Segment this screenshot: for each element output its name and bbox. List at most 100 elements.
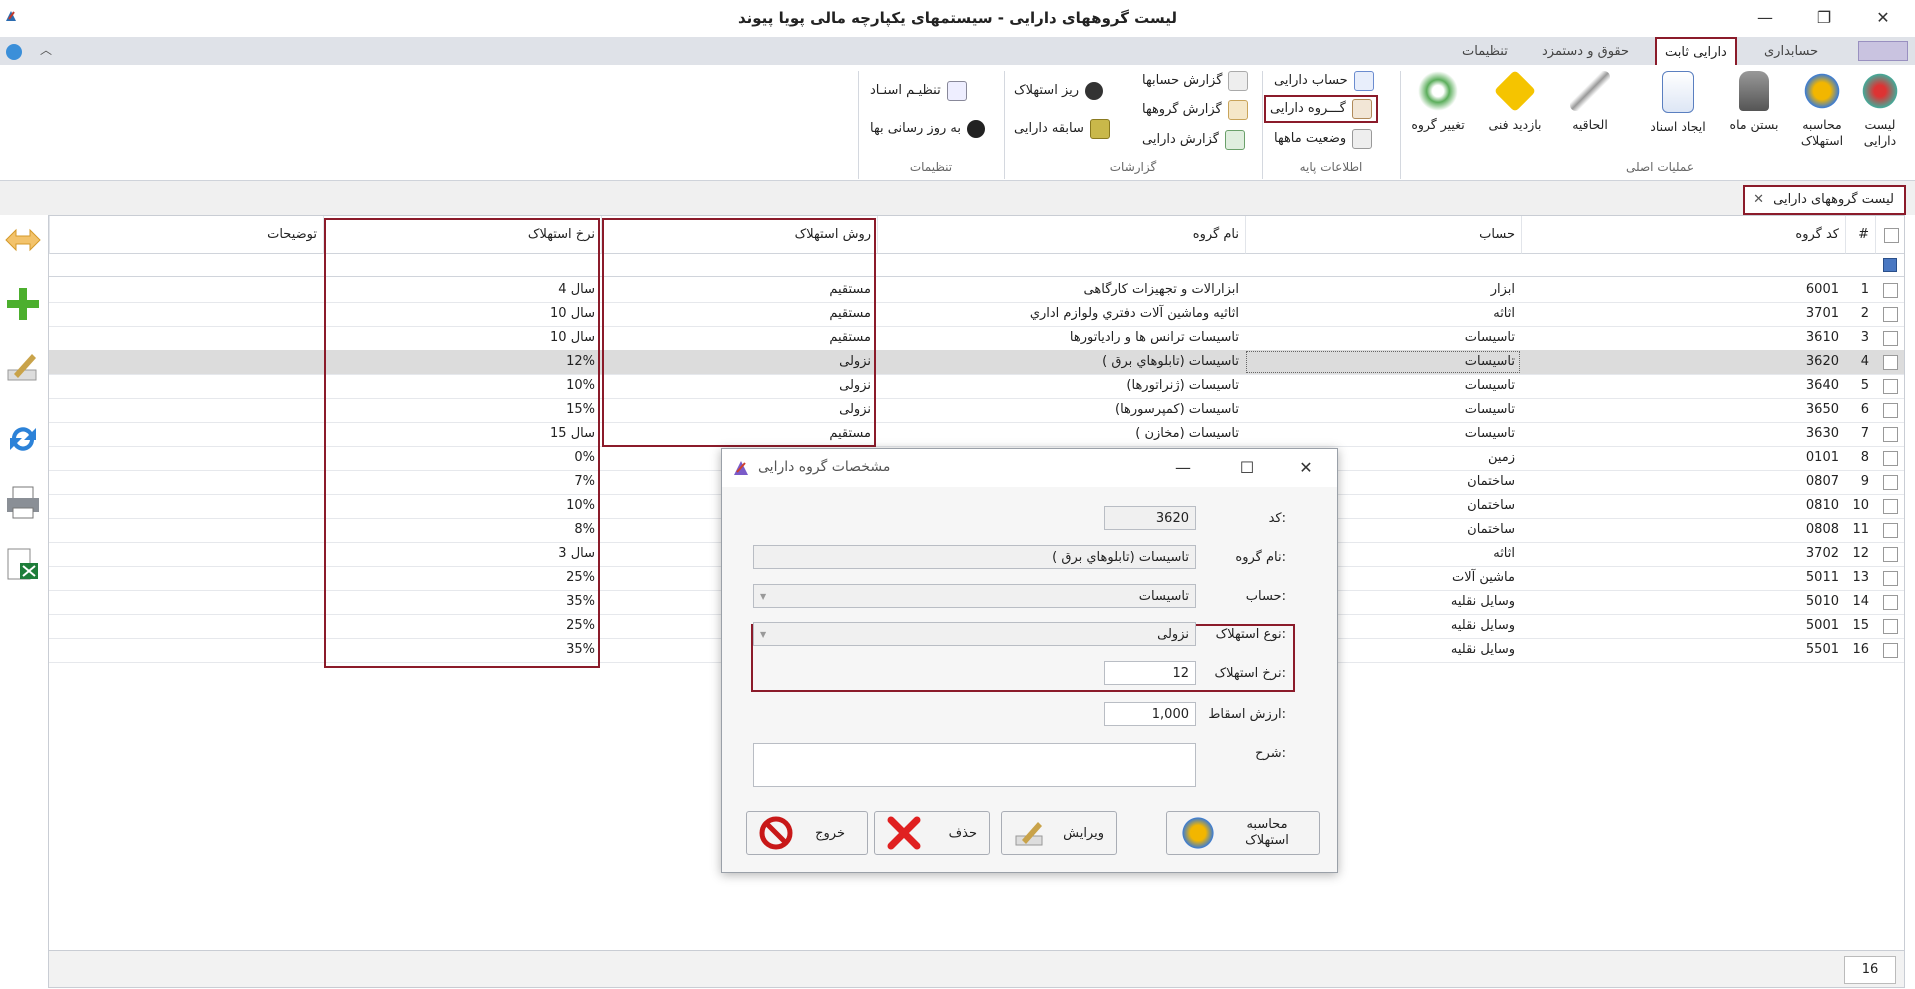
row-checkbox[interactable] bbox=[1883, 571, 1898, 586]
asset-group-button[interactable]: گـــروه دارایی bbox=[1264, 95, 1378, 123]
month-status-button[interactable]: وضعیت ماهها bbox=[1270, 127, 1376, 151]
row-checkbox[interactable] bbox=[1883, 547, 1898, 562]
filter-row[interactable] bbox=[49, 254, 1904, 277]
tab-payroll[interactable]: حقوق و دستمزد bbox=[1534, 41, 1637, 63]
code-field[interactable]: 3620 bbox=[1104, 506, 1196, 530]
asset-list-button[interactable]: لیست دارایی bbox=[1848, 71, 1912, 149]
asset-history-button[interactable]: سابقه دارایی bbox=[1010, 117, 1114, 141]
row-checkbox[interactable] bbox=[1883, 523, 1898, 538]
cell-account: ابزار bbox=[1490, 282, 1515, 297]
help-icon[interactable] bbox=[6, 44, 22, 60]
depreciation-detail-button[interactable]: ریز استهلاک bbox=[1010, 79, 1107, 103]
row-checkbox[interactable] bbox=[1883, 619, 1898, 634]
row-checkbox[interactable] bbox=[1883, 643, 1898, 658]
cell-name: تاسیسات (کمپرسورها) bbox=[1115, 402, 1239, 417]
chevron-down-icon[interactable]: ▼ bbox=[760, 585, 766, 609]
dep-type-select[interactable]: نزولی ▼ bbox=[753, 622, 1196, 646]
row-checkbox[interactable] bbox=[1883, 475, 1898, 490]
groups-report-button[interactable]: گزارش گروهها bbox=[1138, 98, 1252, 122]
table-row[interactable]: 5 3640 تاسیسات تاسیسات (ژنراتورها) نزولی 10% bbox=[49, 374, 1904, 399]
cell-rate: 10% bbox=[566, 498, 595, 513]
close-tab-icon[interactable]: ✕ bbox=[1753, 187, 1764, 213]
row-checkbox[interactable] bbox=[1883, 331, 1898, 346]
salvage-value-field[interactable]: 1,000 bbox=[1104, 702, 1196, 726]
column-header-num[interactable]: # bbox=[1845, 216, 1875, 254]
row-checkbox[interactable] bbox=[1883, 427, 1898, 442]
calc-depreciation-button[interactable]: محاسبه استهلاک bbox=[1790, 71, 1854, 149]
group-name-field[interactable]: تاسیسات (تابلوهاي برق ) bbox=[753, 545, 1196, 569]
cell-num: 16 bbox=[1852, 642, 1869, 657]
create-documents-button[interactable]: ایجاد اسناد bbox=[1646, 71, 1710, 135]
dep-rate-field[interactable]: 12 bbox=[1104, 661, 1196, 685]
table-row[interactable]: 7 3630 تاسیسات تاسیسات (مخازن ) مستقیم 15 سال bbox=[49, 422, 1904, 447]
column-header-group-name[interactable]: نام گروه bbox=[877, 216, 1245, 254]
asset-report-button[interactable]: گزارش دارایی bbox=[1138, 128, 1249, 152]
table-row[interactable]: 4 3620 تاسیسات تاسیسات (تابلوهاي برق ) نزولی… bbox=[49, 350, 1904, 375]
add-icon[interactable] bbox=[4, 285, 42, 323]
edit-dialog-button[interactable]: ویرایش bbox=[1001, 811, 1117, 855]
minimize-button[interactable]: — bbox=[1750, 6, 1780, 30]
account-select-value: تاسیسات bbox=[1138, 589, 1189, 604]
row-checkbox[interactable] bbox=[1883, 451, 1898, 466]
row-checkbox[interactable] bbox=[1883, 307, 1898, 322]
column-header-code[interactable]: کد گروه bbox=[1521, 216, 1845, 254]
row-checkbox[interactable] bbox=[1883, 355, 1898, 370]
layout-switch-icon[interactable] bbox=[1858, 41, 1908, 61]
row-checkbox[interactable] bbox=[1883, 403, 1898, 418]
report-icon bbox=[1227, 100, 1248, 120]
document-settings-button[interactable]: تنظیـم اسنـاد bbox=[866, 79, 971, 103]
cell-rate: 10 سال bbox=[550, 330, 595, 345]
row-checkbox[interactable] bbox=[1883, 499, 1898, 514]
filter-icon[interactable] bbox=[1883, 258, 1897, 272]
column-header-method[interactable]: روش استهلاک bbox=[601, 216, 877, 254]
cell-num: 15 bbox=[1852, 618, 1869, 633]
restore-button[interactable]: ❐ bbox=[1809, 6, 1839, 30]
month-status-label: وضعیت ماهها bbox=[1274, 131, 1347, 146]
tab-settings[interactable]: تنظیمات bbox=[1454, 41, 1516, 63]
dialog-maximize-button[interactable]: ☐ bbox=[1232, 456, 1262, 480]
tab-accounting[interactable]: حسابداری bbox=[1756, 41, 1826, 63]
select-all-header[interactable] bbox=[1875, 216, 1904, 254]
table-row[interactable]: 6 3650 تاسیسات تاسیسات (کمپرسورها) نزولی 15% bbox=[49, 398, 1904, 423]
document-tab[interactable]: ✕ لیست گروههای دارایی bbox=[1743, 185, 1906, 215]
close-month-button[interactable]: بستن ماه bbox=[1722, 71, 1786, 133]
cell-code: 5011 bbox=[1805, 570, 1839, 585]
print-icon[interactable] bbox=[4, 483, 42, 521]
excel-export-icon[interactable] bbox=[4, 545, 42, 583]
gears-icon bbox=[1802, 71, 1842, 111]
select-all-checkbox[interactable] bbox=[1884, 228, 1899, 243]
cell-code: 5001 bbox=[1805, 618, 1839, 633]
attachment-button[interactable]: الحاقیه bbox=[1558, 71, 1622, 133]
create-documents-label: ایجاد اسناد bbox=[1650, 119, 1706, 134]
dialog-close-button[interactable]: ✕ bbox=[1291, 456, 1321, 480]
column-header-rate[interactable]: نرخ استهلاک bbox=[323, 216, 601, 254]
delete-dialog-button[interactable]: حذف bbox=[874, 811, 990, 855]
refresh-icon[interactable] bbox=[4, 420, 42, 458]
update-prices-button[interactable]: به روز رسانی بها bbox=[866, 117, 989, 141]
exit-dialog-button[interactable]: خروج bbox=[746, 811, 868, 855]
column-header-account[interactable]: حساب bbox=[1245, 216, 1521, 254]
account-select[interactable]: تاسیسات ▼ bbox=[753, 584, 1196, 608]
calc-depreciation-dialog-button[interactable]: محاسبه استهلاک bbox=[1166, 811, 1320, 855]
row-checkbox[interactable] bbox=[1883, 595, 1898, 610]
asset-account-button[interactable]: حساب دارایی bbox=[1270, 69, 1378, 93]
table-row[interactable]: 1 6001 ابزار ابزارالات و تجهیزات کارگاهی مست… bbox=[49, 278, 1904, 303]
column-header-notes[interactable]: توضیحات bbox=[49, 216, 323, 254]
expand-arrows-icon[interactable] bbox=[4, 221, 42, 259]
edit-icon[interactable] bbox=[4, 348, 42, 386]
chevron-down-icon[interactable]: ▼ bbox=[760, 623, 766, 647]
accounts-report-button[interactable]: گزارش حسابها bbox=[1138, 69, 1252, 93]
row-checkbox[interactable] bbox=[1883, 379, 1898, 394]
collapse-ribbon-icon[interactable]: ︿ bbox=[40, 41, 52, 58]
description-field[interactable] bbox=[753, 743, 1196, 787]
close-button[interactable]: ✕ bbox=[1868, 6, 1898, 30]
row-checkbox[interactable] bbox=[1883, 283, 1898, 298]
cell-code: 3610 bbox=[1805, 330, 1839, 345]
document-tab-bar: ✕ لیست گروههای دارایی bbox=[0, 181, 1915, 215]
asset-report-label: گزارش دارایی bbox=[1142, 132, 1219, 147]
table-row[interactable]: 3 3610 تاسیسات تاسیسات ترانس ها و رادیاتوره… bbox=[49, 326, 1904, 351]
technical-visit-button[interactable]: بازدید فنی bbox=[1483, 69, 1547, 133]
table-row[interactable]: 2 3701 اثاثه اثاثیه وماشین آلات دفتري ولواز… bbox=[49, 302, 1904, 327]
change-group-button[interactable]: تغییر گروه bbox=[1406, 71, 1470, 133]
dialog-minimize-button[interactable]: — bbox=[1168, 456, 1198, 480]
